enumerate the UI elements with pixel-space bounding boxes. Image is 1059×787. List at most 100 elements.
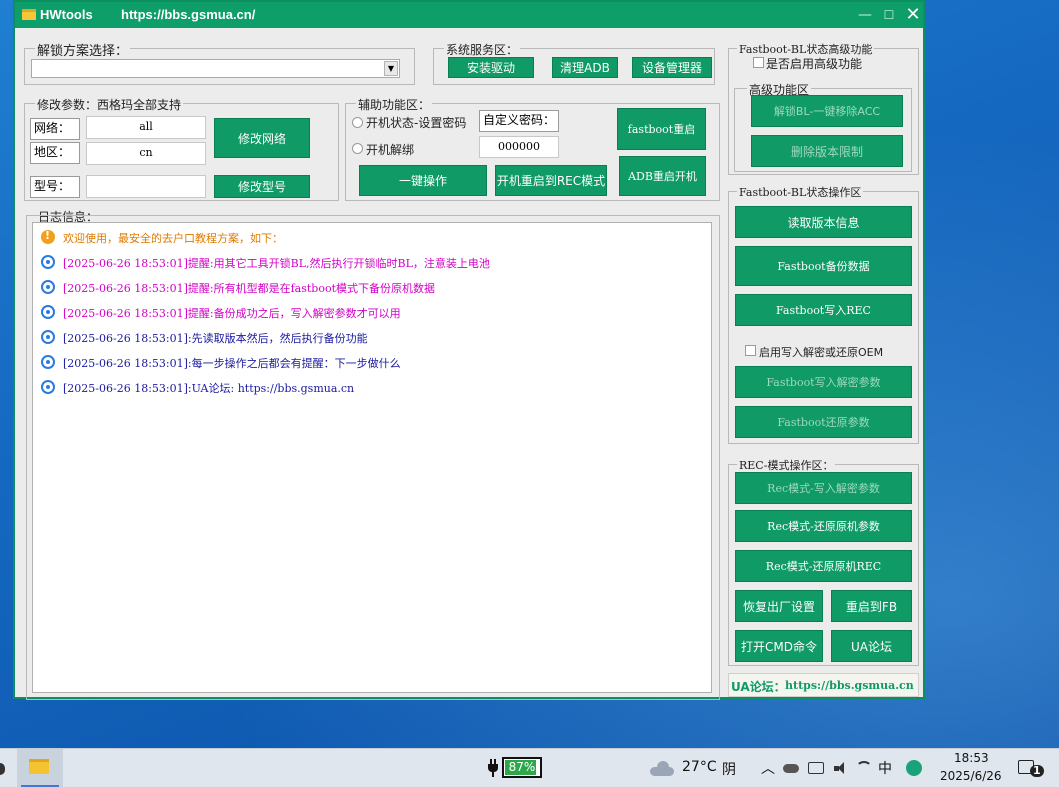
- chevron-up-icon[interactable]: ︿: [761, 758, 775, 778]
- region-label: 地区：: [30, 142, 80, 164]
- chevron-down-icon[interactable]: ▼: [384, 61, 398, 76]
- rec-restore-params-button[interactable]: Rec模式-还原原机参数: [735, 510, 912, 542]
- log-box[interactable]: 欢迎使用，最安全的去户口教程方案，如下： [2025-06-26 18:53:01…: [32, 222, 712, 693]
- log-text: [2025-06-26 18:53:01]提醒:用其它工具开锁BL,然后执行开锁…: [63, 257, 490, 270]
- fastboot-reboot-button[interactable]: fastboot重启: [617, 108, 706, 150]
- folder-icon: [29, 759, 49, 774]
- log-text: [2025-06-26 18:53:01]提醒:所有机型都是在fastboot模…: [63, 282, 436, 295]
- rec-ops-label: REC-模式操作区：: [737, 457, 836, 473]
- battery-indicator[interactable]: 87%: [502, 757, 542, 778]
- system-service-label: 系统服务区：: [444, 41, 521, 58]
- reboot-fb-button[interactable]: 重启到FB: [831, 590, 912, 622]
- fastboot-ops-label: Fastboot-BL状态操作区: [737, 184, 864, 200]
- open-cmd-button[interactable]: 打开CMD命令: [735, 630, 823, 662]
- wifi-icon[interactable]: [856, 761, 872, 775]
- network-field[interactable]: all: [86, 116, 206, 139]
- network-label: 网络：: [30, 118, 80, 140]
- clear-adb-button[interactable]: 清理ADB: [552, 57, 618, 78]
- power-plug-icon: [488, 759, 498, 777]
- info-icon: [41, 380, 55, 394]
- rec-write-params-button[interactable]: Rec模式-写入解密参数: [735, 472, 912, 504]
- weather-condition[interactable]: 阴: [722, 759, 736, 779]
- aux-label: 辅助功能区：: [356, 96, 433, 113]
- battery-percent: 87%: [508, 760, 536, 774]
- enable-advanced-checkbox[interactable]: [753, 57, 764, 68]
- advanced-area-group: 高级功能区 解锁BL-一键移除ACC 删除版本限制: [734, 81, 912, 172]
- radio-boot-set-pwd-label: 开机状态-设置密码: [366, 116, 467, 130]
- radio-boot-unlock-label: 开机解绑: [366, 143, 415, 157]
- weather-temp[interactable]: 27°C: [682, 759, 717, 775]
- model-label: 型号：: [30, 176, 80, 198]
- rec-ops-group: REC-模式操作区： Rec模式-写入解密参数 Rec模式-还原原机参数 Rec…: [728, 457, 919, 666]
- reboot-rec-button[interactable]: 开机重启到REC模式: [495, 165, 607, 196]
- taskbar-left-edge: [0, 763, 5, 775]
- onedrive-cloud-icon[interactable]: [783, 764, 799, 773]
- info-icon: [41, 255, 55, 269]
- info-icon: [41, 355, 55, 369]
- radio-boot-unlock[interactable]: [352, 143, 363, 154]
- fastboot-restore-params-button[interactable]: Fastboot还原参数: [735, 406, 912, 438]
- file-explorer-taskbar-button[interactable]: [17, 749, 63, 787]
- unlock-scheme-select[interactable]: ▼: [31, 59, 400, 78]
- log-text: 欢迎使用，最安全的去户口教程方案，如下：: [63, 232, 283, 245]
- ime-indicator[interactable]: 中: [878, 758, 892, 778]
- close-button[interactable]: ✕: [903, 5, 923, 25]
- factory-reset-button[interactable]: 恢复出厂设置: [735, 590, 823, 622]
- clock-time[interactable]: 18:53: [954, 751, 989, 765]
- title-url: https://bbs.gsmua.cn/: [121, 7, 256, 22]
- one-click-button[interactable]: 一键操作: [359, 165, 487, 196]
- read-version-button[interactable]: 读取版本信息: [735, 206, 912, 238]
- unlock-scheme-group: 解锁方案选择： ▼: [24, 40, 415, 85]
- app-tray-icon[interactable]: [906, 760, 922, 776]
- warning-icon: [41, 229, 55, 244]
- minimize-button[interactable]: —: [855, 5, 875, 25]
- log-text: [2025-06-26 18:53:01]:先读取版本然后，然后执行备份功能: [63, 332, 368, 345]
- maximize-button[interactable]: ☐: [879, 5, 899, 25]
- model-field[interactable]: [86, 175, 206, 198]
- unlock-bl-acc-button[interactable]: 解锁BL-一键移除ACC: [751, 95, 903, 127]
- rec-restore-rec-button[interactable]: Rec模式-还原原机REC: [735, 550, 912, 582]
- log-text: [2025-06-26 18:53:01]:UA论坛: https://bbs.…: [63, 382, 355, 395]
- clock-date[interactable]: 2025/6/26: [940, 769, 1002, 783]
- modify-model-button[interactable]: 修改型号: [214, 175, 310, 198]
- info-icon: [41, 330, 55, 344]
- log-text: [2025-06-26 18:53:01]提醒:备份成功之后，写入解密参数才可以…: [63, 307, 401, 320]
- fastboot-ops-group: Fastboot-BL状态操作区 读取版本信息 Fastboot备份数据 Fas…: [728, 184, 919, 444]
- fastboot-advanced-group: Fastboot-BL状态高级功能 是否启用高级功能 高级功能区 解锁BL-一键…: [728, 41, 919, 175]
- speaker-icon[interactable]: [834, 762, 848, 775]
- keyboard-icon[interactable]: [808, 762, 824, 774]
- folder-icon: [22, 9, 36, 20]
- app-title: HWtools: [40, 7, 93, 22]
- system-service-group: 系统服务区： 安装驱动 清理ADB 设备管理器: [433, 41, 715, 85]
- modify-params-label: 修改参数：西格玛全部支持: [35, 96, 184, 113]
- password-field[interactable]: 000000: [479, 136, 559, 158]
- modify-network-button[interactable]: 修改网络: [214, 118, 310, 158]
- modify-params-group: 修改参数：西格玛全部支持 网络： all 地区： cn 型号： 修改网络 修改型…: [24, 96, 339, 201]
- notification-count: 1: [1030, 765, 1044, 777]
- footer-forum-url[interactable]: https://bbs.gsmua.cn: [785, 679, 914, 692]
- info-icon: [41, 305, 55, 319]
- log-text: [2025-06-26 18:53:01]:每一步操作之后都会有提醒：下一步做什…: [63, 357, 401, 370]
- cloud-icon: [650, 761, 674, 776]
- title-bar[interactable]: HWtools https://bbs.gsmua.cn/ — ☐ ✕: [15, 2, 923, 28]
- custom-pwd-label: 自定义密码：: [479, 110, 559, 132]
- taskbar: 87% 27°C 阴 ︿ 中 18:53 2025/6/26 1: [0, 748, 1059, 787]
- radio-boot-set-pwd[interactable]: [352, 117, 363, 128]
- fastboot-write-params-button[interactable]: Fastboot写入解密参数: [735, 366, 912, 398]
- enable-write-oem-checkbox[interactable]: [745, 345, 756, 356]
- footer-forum[interactable]: UA论坛： https://bbs.gsmua.cn: [728, 673, 919, 697]
- fastboot-write-rec-button[interactable]: Fastboot写入REC: [735, 294, 912, 326]
- remove-version-limit-button[interactable]: 删除版本限制: [751, 135, 903, 167]
- install-driver-button[interactable]: 安装驱动: [448, 57, 534, 78]
- adb-reboot-button[interactable]: ADB重启开机: [619, 156, 706, 196]
- hwtools-window: HWtools https://bbs.gsmua.cn/ — ☐ ✕ 解锁方案…: [13, 0, 925, 700]
- footer-forum-label: UA论坛：: [731, 680, 786, 694]
- enable-write-oem-label: 启用写入解密或还原OEM: [759, 346, 884, 359]
- unlock-scheme-label: 解锁方案选择：: [35, 40, 131, 59]
- info-icon: [41, 280, 55, 294]
- region-field[interactable]: cn: [86, 142, 206, 165]
- fastboot-backup-button[interactable]: Fastboot备份数据: [735, 246, 912, 286]
- ua-forum-button[interactable]: UA论坛: [831, 630, 912, 662]
- enable-advanced-label: 是否启用高级功能: [766, 57, 863, 71]
- device-manager-button[interactable]: 设备管理器: [632, 57, 712, 78]
